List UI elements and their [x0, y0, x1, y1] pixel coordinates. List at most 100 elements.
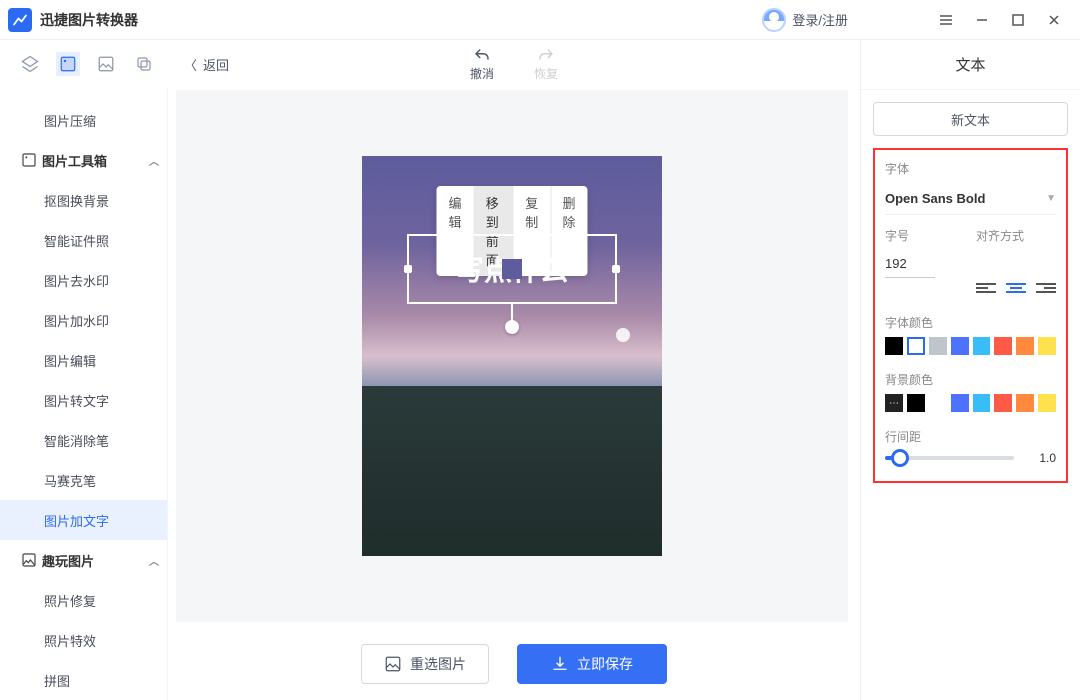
line-spacing-slider[interactable] — [885, 456, 1014, 460]
save-button[interactable]: 立即保存 — [517, 644, 667, 684]
font-label: 字体 — [885, 160, 1056, 177]
sidebar-group-fun[interactable]: 趣玩图片 ︿ — [0, 540, 167, 580]
app-logo — [8, 8, 32, 32]
toolbox-icon — [20, 151, 38, 169]
font-color-label: 字体颜色 — [885, 314, 1056, 331]
color-swatch[interactable] — [994, 337, 1012, 355]
sidebar-item-7[interactable]: 马赛克笔 — [0, 460, 167, 500]
align-left-button[interactable] — [976, 280, 996, 296]
sidebar-group-toolbox[interactable]: 图片工具箱 ︿ — [0, 140, 167, 180]
back-label: 返回 — [203, 55, 229, 74]
color-swatch[interactable] — [907, 394, 925, 412]
color-swatch[interactable] — [1016, 394, 1034, 412]
font-color-swatches — [885, 337, 1056, 355]
mode-image-icon[interactable] — [94, 52, 118, 76]
resize-handle[interactable] — [603, 290, 617, 304]
reselect-label: 重选图片 — [410, 654, 466, 674]
color-swatch[interactable] — [1038, 337, 1056, 355]
canvas-image[interactable]: 编辑 移到前面 复制 删除 写点什么 — [362, 156, 662, 556]
resize-handle[interactable] — [407, 234, 421, 248]
resize-handle[interactable] — [603, 234, 617, 248]
sidebar-fun-1[interactable]: 照片特效 — [0, 620, 167, 660]
color-picker-button[interactable]: ⋯ — [885, 394, 903, 412]
sidebar-item-8[interactable]: 图片加文字 — [0, 500, 167, 540]
rotate-line — [511, 302, 513, 322]
sidebar-item-compress[interactable]: 图片压缩 — [0, 100, 167, 140]
maximize-button[interactable] — [1000, 0, 1036, 40]
save-label: 立即保存 — [577, 654, 633, 674]
undo-button[interactable]: 撤消 — [470, 47, 494, 82]
login-label: 登录/注册 — [792, 10, 848, 29]
chevron-left-icon: 〈 — [184, 55, 197, 74]
mode-convert-icon[interactable] — [18, 52, 42, 76]
editor-area: 〈 返回 撤消 恢复 编辑 — [168, 40, 860, 700]
text-placeholder[interactable]: 写点什么 — [456, 249, 568, 289]
chevron-up-icon: ︿ — [149, 153, 159, 168]
new-text-button[interactable]: 新文本 — [873, 102, 1068, 136]
back-button[interactable]: 〈 返回 — [184, 55, 229, 74]
chevron-down-icon: ▼ — [1046, 193, 1056, 204]
chevron-up-icon: ︿ — [149, 553, 159, 568]
line-spacing-label: 行间距 — [885, 428, 1056, 445]
slider-thumb[interactable] — [891, 449, 909, 467]
sidebar-item-3[interactable]: 图片加水印 — [0, 300, 167, 340]
color-swatch[interactable] — [973, 337, 991, 355]
color-swatch[interactable] — [929, 337, 947, 355]
bg-color-label: 背景颜色 — [885, 371, 1056, 388]
avatar-icon — [762, 8, 786, 32]
font-select-value: Open Sans Bold — [885, 191, 985, 206]
sidebar-group-toolbox-label: 图片工具箱 — [42, 151, 107, 170]
color-swatch[interactable] — [973, 394, 991, 412]
reselect-image-button[interactable]: 重选图片 — [361, 644, 489, 684]
close-button[interactable] — [1036, 0, 1072, 40]
color-swatch[interactable] — [951, 337, 969, 355]
download-icon — [551, 655, 569, 673]
color-swatch[interactable] — [1038, 394, 1056, 412]
undo-label: 撤消 — [470, 65, 494, 82]
mode-edit-icon[interactable] — [56, 52, 80, 76]
canvas[interactable]: 编辑 移到前面 复制 删除 写点什么 — [176, 90, 848, 622]
color-swatch[interactable] — [951, 394, 969, 412]
font-select[interactable]: Open Sans Bold ▼ — [885, 183, 1056, 215]
color-swatch[interactable] — [885, 337, 903, 355]
sidebar-item-2[interactable]: 图片去水印 — [0, 260, 167, 300]
resize-handle[interactable] — [612, 265, 620, 273]
sidebar-item-5[interactable]: 图片转文字 — [0, 380, 167, 420]
sidebar-item-1[interactable]: 智能证件照 — [0, 220, 167, 260]
sidebar-group-fun-label: 趣玩图片 — [42, 551, 94, 570]
align-right-button[interactable] — [1036, 280, 1056, 296]
align-label: 对齐方式 — [976, 227, 1056, 244]
mode-copy-icon[interactable] — [132, 52, 156, 76]
line-spacing-value: 1.0 — [1022, 451, 1056, 465]
bg-color-swatches: ⋯ — [885, 394, 1056, 412]
sidebar-fun-0[interactable]: 照片修复 — [0, 580, 167, 620]
image-detail — [616, 328, 630, 342]
sidebar-item-6[interactable]: 智能消除笔 — [0, 420, 167, 460]
fun-icon — [20, 551, 38, 569]
image-detail — [362, 386, 662, 556]
properties-panel: 文本 新文本 字体 Open Sans Bold ▼ 字号 对齐方式 — [860, 40, 1080, 700]
redo-icon — [536, 47, 556, 65]
titlebar: 迅捷图片转换器 登录/注册 — [0, 0, 1080, 40]
align-center-button[interactable] — [1006, 280, 1026, 296]
redo-button: 恢复 — [534, 47, 558, 82]
panel-title: 文本 — [861, 40, 1080, 90]
sidebar: 图片压缩 图片工具箱 ︿ 抠图换背景 智能证件照 图片去水印 图片加水印 图片编… — [0, 88, 168, 700]
app-title: 迅捷图片转换器 — [40, 10, 138, 30]
login-button[interactable]: 登录/注册 — [762, 8, 848, 32]
rotate-handle[interactable] — [505, 320, 519, 334]
sidebar-fun-2[interactable]: 拼图 — [0, 660, 167, 700]
undo-icon — [472, 47, 492, 65]
menu-button[interactable] — [928, 0, 964, 40]
font-size-input[interactable] — [885, 250, 935, 278]
redo-label: 恢复 — [534, 65, 558, 82]
resize-handle[interactable] — [407, 290, 421, 304]
resize-handle[interactable] — [404, 265, 412, 273]
color-swatch-selected[interactable] — [907, 337, 925, 355]
sidebar-item-4[interactable]: 图片编辑 — [0, 340, 167, 380]
text-box[interactable]: 写点什么 — [407, 234, 617, 304]
color-swatch[interactable] — [994, 394, 1012, 412]
minimize-button[interactable] — [964, 0, 1000, 40]
color-swatch[interactable] — [1016, 337, 1034, 355]
sidebar-item-0[interactable]: 抠图换背景 — [0, 180, 167, 220]
